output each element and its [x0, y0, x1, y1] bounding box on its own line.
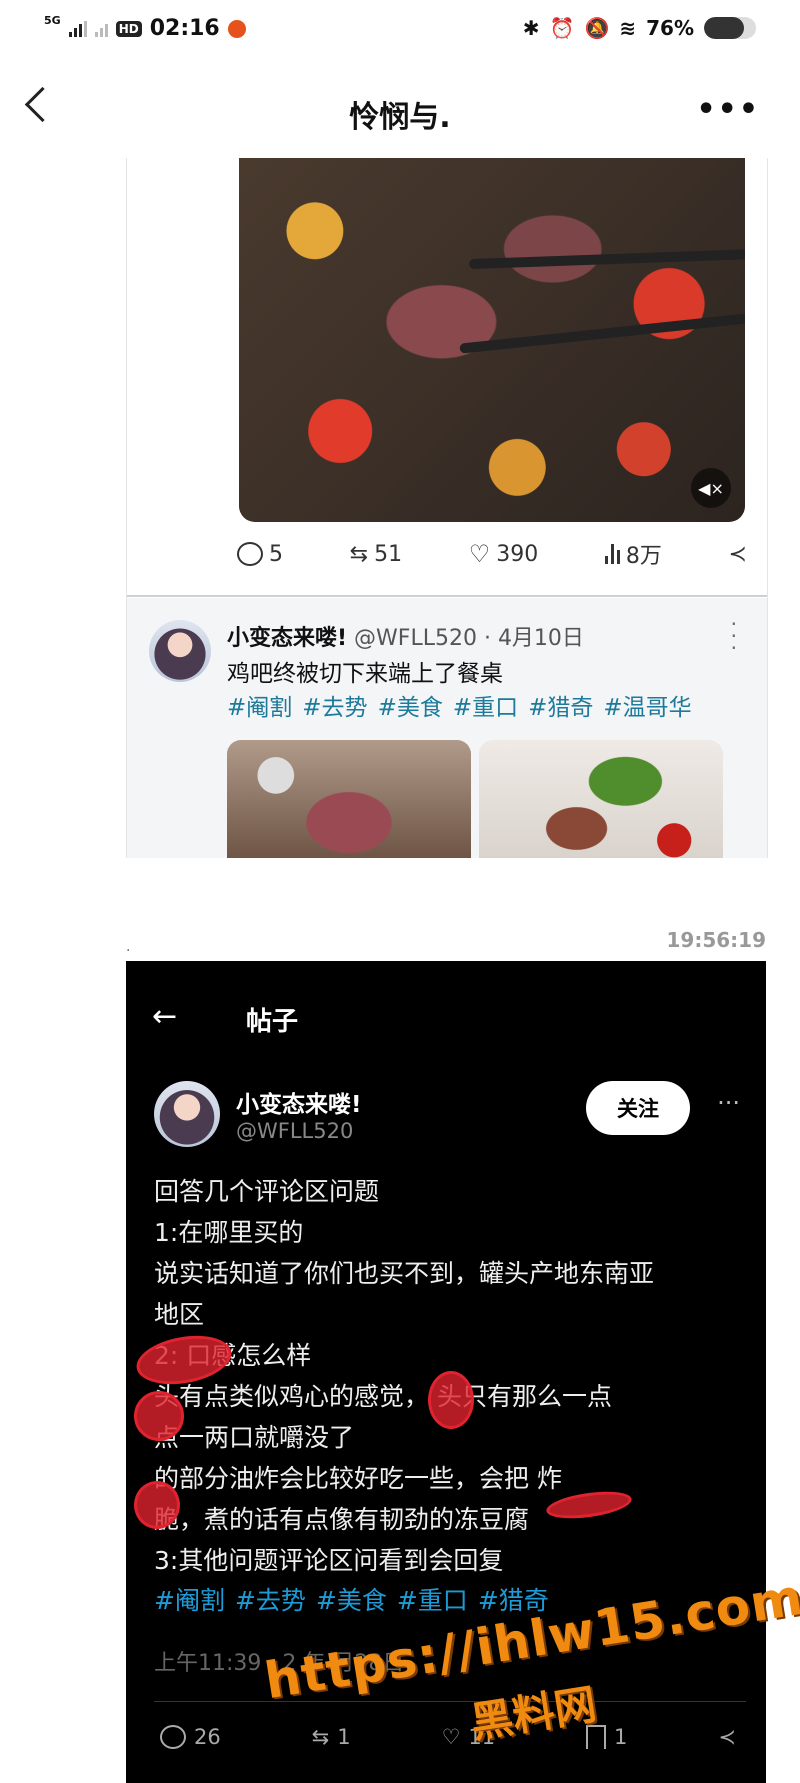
dot-mark: .: [126, 939, 131, 955]
body-line: 说实话知道了你们也买不到，罐头产地东南亚: [154, 1259, 655, 1288]
divider: [154, 1701, 746, 1702]
tweet-text: 鸡吧终被切下来端上了餐桌: [227, 661, 503, 687]
post-actions: 26 ⇆ 1 ♡ 11 1 ≺: [160, 1725, 736, 1749]
page-title: 帖子: [246, 1007, 299, 1037]
mute-icon: 🔕: [584, 16, 610, 40]
avatar[interactable]: [154, 1081, 220, 1147]
share-icon: ≺: [718, 1725, 736, 1749]
divider: [127, 595, 767, 597]
hashtag[interactable]: #美食: [378, 688, 443, 722]
hashtag[interactable]: #重口: [397, 1581, 468, 1617]
body-line: 3:其他问题评论区问看到会回复: [154, 1546, 504, 1575]
body-line: 的部分油炸会比较好吃一些，会把 炸: [154, 1464, 562, 1493]
more-options-icon[interactable]: ···: [717, 1089, 740, 1117]
chat-header: 怜悯与. •••: [0, 62, 800, 158]
more-options-icon[interactable]: •••: [696, 92, 760, 127]
battery-percent: 76%: [646, 16, 694, 40]
signal-icon: [68, 20, 87, 37]
body-line: 2: 口感怎么样: [154, 1341, 312, 1370]
mute-video-icon[interactable]: ◀×: [691, 468, 731, 508]
heart-icon: ♡: [441, 1725, 461, 1749]
reply-icon: [160, 1725, 186, 1749]
hashtags: #阉割 #去势 #美食 #重口 #猎奇 #温哥华: [227, 688, 692, 722]
share-button[interactable]: ≺: [729, 542, 747, 567]
reply-button[interactable]: 26: [160, 1725, 221, 1749]
share-button[interactable]: ≺: [718, 1725, 736, 1749]
body-line: 回答几个评论区问题: [154, 1177, 380, 1206]
wifi-icon: ≋: [619, 16, 637, 40]
hashtag[interactable]: #去势: [302, 688, 367, 722]
author-name[interactable]: 小变态来喽!: [236, 1085, 362, 1119]
tweet-image-1[interactable]: [227, 740, 471, 858]
views-icon: [604, 544, 620, 564]
alarm-icon: ⏰: [549, 16, 575, 40]
hashtag[interactable]: #温哥华: [603, 688, 691, 722]
like-button[interactable]: ♡ 390: [469, 542, 539, 567]
share-icon: ≺: [728, 541, 747, 567]
avatar[interactable]: [149, 620, 211, 682]
body-line: 地区: [154, 1300, 205, 1329]
body-line: 1:在哪里买的: [154, 1218, 304, 1247]
hashtag[interactable]: #阉割: [154, 1581, 225, 1617]
chat-title: 怜悯与.: [349, 100, 451, 135]
network-type: 5G: [44, 14, 61, 27]
follow-button[interactable]: 关注: [586, 1081, 690, 1135]
hashtag[interactable]: #重口: [453, 688, 518, 722]
video-thumbnail[interactable]: ◀×: [239, 158, 745, 522]
reply-icon: [237, 542, 263, 566]
back-arrow-icon[interactable]: ←: [152, 999, 177, 1034]
author-handle-date: @WFLL520 · 4月10日: [354, 626, 584, 651]
app-notification-icon: [227, 19, 246, 38]
battery-icon: [704, 17, 756, 39]
clock: 02:16: [149, 16, 220, 41]
bluetooth-icon: ✱: [522, 16, 540, 40]
author-handle: @WFLL520: [236, 1119, 354, 1143]
heart-icon: ♡: [468, 540, 491, 568]
views-button[interactable]: 8万: [604, 538, 662, 570]
hashtags: #阉割 #去势 #美食 #重口 #猎奇: [154, 1581, 549, 1617]
repost-icon: ⇆: [349, 541, 369, 567]
censor-scribble: [134, 1481, 180, 1529]
reply-button[interactable]: 5: [237, 542, 283, 567]
tweet-image-2[interactable]: [479, 740, 723, 858]
hd-badge: HD: [115, 20, 142, 37]
message-timestamp: 19:56:19: [666, 928, 767, 952]
hashtag[interactable]: #猎奇: [528, 688, 593, 722]
tweet[interactable]: 小变态来喽! @WFLL520 · 4月10日 · · · 鸡吧终被切下来端上了餐桌…: [127, 598, 767, 858]
body-line: 脆，煮的话有点像有韧劲的冻豆腐: [154, 1505, 530, 1534]
shared-screenshot-1[interactable]: ◀× 5 ⇆ 51 ♡ 390 8万 ≺ 小变态来喽! @WFLL520 · 4月1…: [126, 158, 768, 858]
hashtag[interactable]: #去势: [235, 1581, 306, 1617]
author-name[interactable]: 小变态来喽!: [227, 626, 347, 651]
signal2-icon: [94, 21, 108, 37]
hashtag[interactable]: #阉割: [227, 688, 292, 722]
status-bar: 5G HD 02:16 ✱ ⏰ 🔕 ≋ 76%: [0, 0, 800, 62]
repost-button[interactable]: ⇆ 1: [312, 1725, 351, 1749]
censor-scribble: [428, 1371, 474, 1429]
repost-button[interactable]: ⇆ 51: [350, 542, 402, 567]
repost-icon: ⇆: [311, 1725, 330, 1749]
hashtag[interactable]: #美食: [316, 1581, 387, 1617]
tweet-actions: 5 ⇆ 51 ♡ 390 8万 ≺: [237, 532, 747, 576]
tweet-menu-icon[interactable]: · · ·: [731, 614, 737, 658]
censor-scribble: [134, 1391, 184, 1441]
